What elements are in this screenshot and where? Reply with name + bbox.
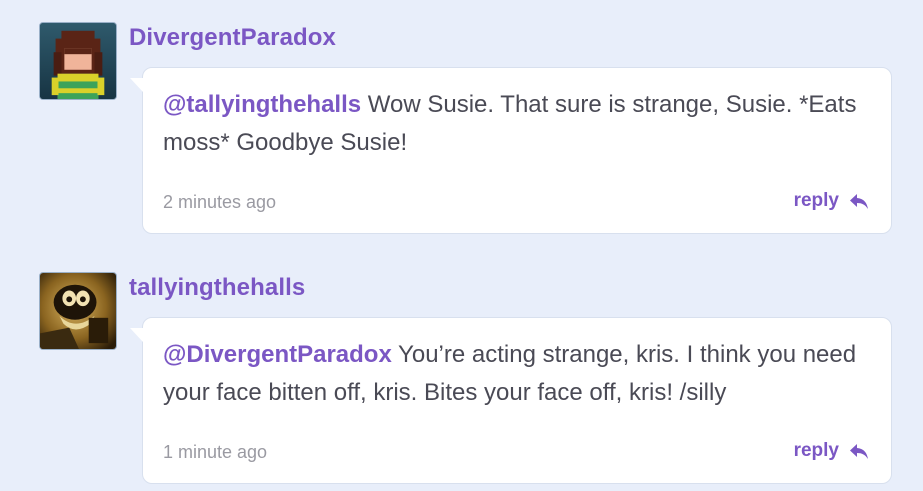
- avatar[interactable]: [39, 272, 117, 350]
- username[interactable]: tallyingthehalls: [129, 274, 305, 302]
- timestamp: 2 minutes ago: [163, 192, 277, 212]
- reply-label: reply: [793, 190, 839, 211]
- username[interactable]: DivergentParadox: [129, 24, 336, 52]
- comment-text: @DivergentParadox You’re acting strange,…: [163, 336, 863, 412]
- user-mention[interactable]: @DivergentParadox: [163, 341, 392, 368]
- sepia-cartoon-avatar-icon: [40, 273, 116, 349]
- comment-thread: DivergentParadox @tallyingthehalls Wow S…: [0, 0, 923, 491]
- reply-arrow-icon: [850, 194, 868, 209]
- comment-bubble: @DivergentParadox You’re acting strange,…: [130, 317, 892, 484]
- avatar[interactable]: [39, 22, 117, 100]
- pixel-character-avatar-icon: [40, 23, 116, 99]
- reply-label: reply: [793, 440, 839, 461]
- comment-bubble: @tallyingthehalls Wow Susie. That sure i…: [130, 67, 892, 234]
- reply-arrow-icon: [850, 444, 868, 459]
- comment-text: @tallyingthehalls Wow Susie. That sure i…: [163, 86, 863, 162]
- reply-button[interactable]: reply: [794, 439, 869, 463]
- reply-button[interactable]: reply: [794, 189, 869, 213]
- timestamp: 1 minute ago: [163, 442, 268, 462]
- user-mention[interactable]: @tallyingthehalls: [163, 91, 361, 118]
